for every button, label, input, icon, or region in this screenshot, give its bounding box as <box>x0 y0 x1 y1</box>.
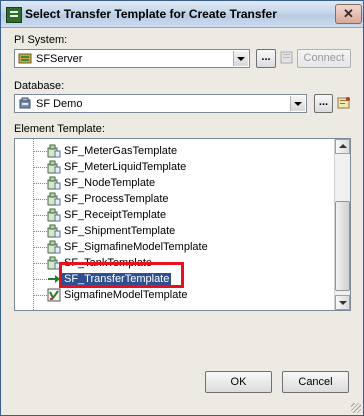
tree-item-sf-receipttemplate[interactable]: SF_ReceiptTemplate <box>15 207 335 223</box>
scroll-thumb[interactable] <box>335 201 350 291</box>
tree-branch <box>33 151 47 152</box>
window-title: Select Transfer Template for Create Tran… <box>25 7 277 21</box>
cancel-button[interactable]: Cancel <box>282 371 349 393</box>
template-icon <box>47 240 61 254</box>
template-icon <box>47 224 61 238</box>
tree-branch <box>33 295 47 296</box>
tree-item-label: SF_ReceiptTemplate <box>64 209 167 221</box>
tree-item-sf-sigmafinemodeltemplate[interactable]: SF_SigmafineModelTemplate <box>15 239 335 255</box>
title-bar[interactable]: Select Transfer Template for Create Tran… <box>1 1 363 28</box>
scroll-down-icon[interactable] <box>335 295 350 310</box>
tree-branch <box>33 215 47 216</box>
tree-scrollbar[interactable] <box>334 139 350 310</box>
template-icon <box>47 176 61 190</box>
tree-branch <box>33 247 47 248</box>
tree-item-sf-meterliquidtemplate[interactable]: SF_MeterLiquidTemplate <box>15 159 335 175</box>
model-template-icon <box>47 288 61 302</box>
tree-item-sf-shipmenttemplate[interactable]: SF_ShipmentTemplate <box>15 223 335 239</box>
database-select[interactable]: SF Demo <box>14 94 307 113</box>
pi-system-select[interactable]: SFServer <box>14 49 250 68</box>
tree-branch <box>33 231 47 232</box>
tree-item-sf-metergastemplate[interactable]: SF_MeterGasTemplate <box>15 143 335 159</box>
tree-branch <box>33 263 47 264</box>
database-value: SF Demo <box>36 98 83 110</box>
pi-system-browse-button[interactable]: ... <box>256 49 276 68</box>
server-icon <box>18 53 32 64</box>
tree-branch <box>33 183 47 184</box>
tree-item-label: SF_NodeTemplate <box>64 177 156 189</box>
template-icon <box>47 144 61 158</box>
pi-system-value: SFServer <box>36 53 83 65</box>
ok-button[interactable]: OK <box>205 371 272 393</box>
template-icon <box>47 192 61 206</box>
chevron-down-icon[interactable] <box>233 51 248 66</box>
app-icon <box>6 7 22 23</box>
tree-item-label: SF_ShipmentTemplate <box>64 225 176 237</box>
close-button[interactable]: ✕ <box>335 4 362 24</box>
tree-item-label: SF_ProcessTemplate <box>64 193 169 205</box>
tree-item-label: SigmafineModelTemplate <box>64 289 188 301</box>
tree-branch <box>33 279 47 280</box>
pi-system-label: PI System: <box>14 34 68 46</box>
tree-branch <box>33 167 47 168</box>
tree-item-label: SF_SigmafineModelTemplate <box>64 241 208 253</box>
close-icon: ✕ <box>343 6 354 21</box>
database-icon <box>19 97 31 109</box>
selection-highlight-box <box>59 262 184 288</box>
connect-button[interactable]: Connect <box>297 49 351 68</box>
scroll-up-icon[interactable] <box>335 139 350 154</box>
tree-item-sf-nodetemplate[interactable]: SF_NodeTemplate <box>15 175 335 191</box>
database-properties-icon[interactable] <box>337 96 351 109</box>
template-icon <box>47 208 61 222</box>
tree-item-sf-processtemplate[interactable]: SF_ProcessTemplate <box>15 191 335 207</box>
tree-branch <box>33 199 47 200</box>
database-browse-button[interactable]: ... <box>314 94 333 113</box>
resize-grip-icon[interactable] <box>351 403 361 413</box>
properties-icon[interactable] <box>280 51 294 64</box>
database-label: Database: <box>14 80 65 92</box>
tree-item-label: SF_MeterGasTemplate <box>64 145 178 157</box>
chevron-down-icon[interactable] <box>290 96 305 111</box>
tree-item-sigmafinemodeltemplate[interactable]: SigmafineModelTemplate <box>15 287 335 303</box>
dialog-window: Select Transfer Template for Create Tran… <box>0 0 364 416</box>
element-template-label: Element Template: <box>14 123 105 135</box>
tree-item-label: SF_MeterLiquidTemplate <box>64 161 187 173</box>
template-icon <box>47 160 61 174</box>
